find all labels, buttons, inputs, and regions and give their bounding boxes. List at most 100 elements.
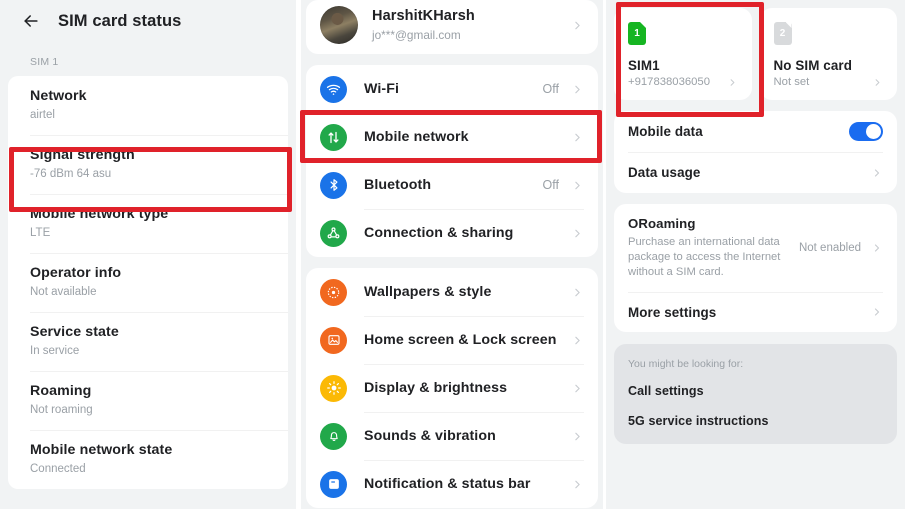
- settings-item-wallpapers-style[interactable]: Wallpapers & style: [306, 268, 598, 316]
- chevron-right-icon: [872, 77, 883, 88]
- chevron-right-icon: [571, 227, 584, 240]
- sim-card-status-panel: SIM card status SIM 1 Network airtel Sig…: [0, 0, 296, 509]
- account-row[interactable]: HarshitKHarsh jo***@gmail.com: [306, 0, 598, 54]
- row-title: Signal strength: [30, 147, 135, 163]
- connectivity-group: Wi-Fi Off Mobile network Bluetooth Off C…: [306, 65, 598, 257]
- settings-item-mobile-network[interactable]: Mobile network: [306, 113, 598, 161]
- chevron-right-icon: [571, 430, 584, 443]
- roaming-title: ORoaming: [628, 216, 696, 231]
- suggestions-card: You might be looking for: Call settings …: [614, 344, 897, 444]
- row-value: airtel: [30, 109, 55, 121]
- connection-sharing-icon: [320, 219, 347, 247]
- settings-item-bluetooth[interactable]: Bluetooth Off: [306, 161, 598, 209]
- row-value: Not available: [30, 286, 97, 298]
- row-title: Network: [30, 88, 87, 104]
- settings-item-label: Connection & sharing: [364, 225, 514, 241]
- roaming-description: Purchase an international data package t…: [628, 236, 781, 278]
- row-mobile-network-state[interactable]: Mobile network state Connected: [8, 430, 288, 489]
- row-value: -76 dBm 64 asu: [30, 168, 112, 180]
- row-value: Not roaming: [30, 404, 93, 416]
- settings-item-label: Sounds & vibration: [364, 428, 496, 444]
- account-email: jo***@gmail.com: [372, 27, 461, 42]
- settings-item-label: Bluetooth: [364, 177, 432, 193]
- row-title: Mobile network type: [30, 206, 169, 222]
- chevron-right-icon: [571, 478, 584, 491]
- mobile-network-icon: [320, 123, 347, 151]
- row-service-state[interactable]: Service state In service: [8, 312, 288, 371]
- arrow-left-icon[interactable]: [20, 10, 42, 32]
- sim-status: Not set: [773, 76, 810, 88]
- row-value: Connected: [30, 463, 86, 475]
- roaming-state: Not enabled: [798, 241, 861, 254]
- sim-cards-row: 1 SIM1 +917838036050 2 No SIM card Not s…: [614, 0, 897, 100]
- suggestion-5g-service-instructions[interactable]: 5G service instructions: [628, 414, 883, 428]
- roaming-card: ORoaming Purchase an international data …: [614, 204, 897, 332]
- mobile-data-card: Mobile data Data usage: [614, 111, 897, 193]
- settings-item-display-brightness[interactable]: Display & brightness: [306, 364, 598, 412]
- sim-card-1[interactable]: 1 SIM1 +917838036050: [614, 8, 752, 100]
- brightness-sun-icon: [320, 374, 347, 402]
- chevron-right-icon: [571, 131, 584, 144]
- sim-section-label: SIM 1: [30, 56, 59, 68]
- row-mobile-data[interactable]: Mobile data: [614, 111, 897, 152]
- settings-item-notification-status-bar[interactable]: Notification & status bar: [306, 460, 598, 508]
- row-roaming[interactable]: Roaming Not roaming: [8, 371, 288, 430]
- suggestion-call-settings[interactable]: Call settings: [628, 384, 883, 398]
- chevron-right-icon: [571, 83, 584, 96]
- sim-card-2[interactable]: 2 No SIM card Not set: [759, 8, 897, 100]
- row-title: Mobile network state: [30, 442, 173, 458]
- notification-bar-icon: [320, 470, 347, 498]
- row-data-usage[interactable]: Data usage: [614, 152, 897, 193]
- row-signal-strength[interactable]: Signal strength -76 dBm 64 asu: [8, 135, 288, 194]
- settings-item-value: Off: [542, 178, 559, 192]
- chevron-right-icon: [727, 77, 738, 88]
- account-card[interactable]: HarshitKHarsh jo***@gmail.com: [306, 0, 598, 54]
- sim-name: SIM1: [628, 58, 660, 73]
- settings-item-label: Wallpapers & style: [364, 284, 492, 300]
- settings-item-wifi[interactable]: Wi-Fi Off: [306, 65, 598, 113]
- chevron-right-icon: [571, 179, 584, 192]
- settings-item-sounds-vibration[interactable]: Sounds & vibration: [306, 412, 598, 460]
- sim-badge-icon: 2: [773, 22, 792, 45]
- bluetooth-icon: [320, 171, 347, 199]
- settings-item-label: Mobile network: [364, 129, 469, 145]
- row-value: LTE: [30, 227, 51, 239]
- row-oroaming[interactable]: ORoaming Purchase an international data …: [614, 204, 897, 292]
- row-title: Service state: [30, 324, 119, 340]
- chevron-right-icon: [571, 334, 584, 347]
- settings-item-label: Notification & status bar: [364, 476, 531, 492]
- row-mobile-network-type[interactable]: Mobile network type LTE: [8, 194, 288, 253]
- row-title: Roaming: [30, 383, 92, 399]
- wifi-icon: [320, 75, 347, 103]
- sound-bell-icon: [320, 422, 347, 450]
- mobile-data-toggle[interactable]: [849, 122, 883, 141]
- page-title: SIM card status: [58, 11, 182, 30]
- sim-name: No SIM card: [773, 58, 852, 73]
- settings-item-label: Display & brightness: [364, 380, 508, 396]
- account-name: HarshitKHarsh: [372, 7, 475, 24]
- row-value: In service: [30, 345, 80, 357]
- home-lock-screen-icon: [320, 326, 347, 354]
- sim-number: +917838036050: [628, 76, 710, 88]
- row-label: Mobile data: [628, 124, 703, 139]
- mobile-network-panel: 1 SIM1 +917838036050 2 No SIM card Not s…: [606, 0, 905, 509]
- settings-item-home-lock-screen[interactable]: Home screen & Lock screen: [306, 316, 598, 364]
- settings-item-label: Home screen & Lock screen: [364, 332, 557, 348]
- screenshot-root: SIM card status SIM 1 Network airtel Sig…: [0, 0, 905, 509]
- avatar: [320, 6, 358, 44]
- sim-status-card: Network airtel Signal strength -76 dBm 6…: [8, 76, 288, 489]
- settings-item-label: Wi-Fi: [364, 81, 400, 97]
- chevron-right-icon: [871, 306, 883, 318]
- chevron-right-icon: [871, 242, 883, 254]
- row-label: Data usage: [628, 165, 701, 180]
- row-more-settings[interactable]: More settings: [614, 292, 897, 332]
- row-title: Operator info: [30, 265, 122, 281]
- chevron-right-icon: [571, 19, 584, 32]
- settings-item-connection-sharing[interactable]: Connection & sharing: [306, 209, 598, 257]
- row-label: More settings: [628, 304, 717, 320]
- row-network[interactable]: Network airtel: [8, 76, 288, 135]
- row-operator-info[interactable]: Operator info Not available: [8, 253, 288, 312]
- chevron-right-icon: [571, 286, 584, 299]
- settings-list-panel: HarshitKHarsh jo***@gmail.com Wi-Fi Off: [301, 0, 603, 509]
- left-header: SIM card status: [0, 0, 296, 42]
